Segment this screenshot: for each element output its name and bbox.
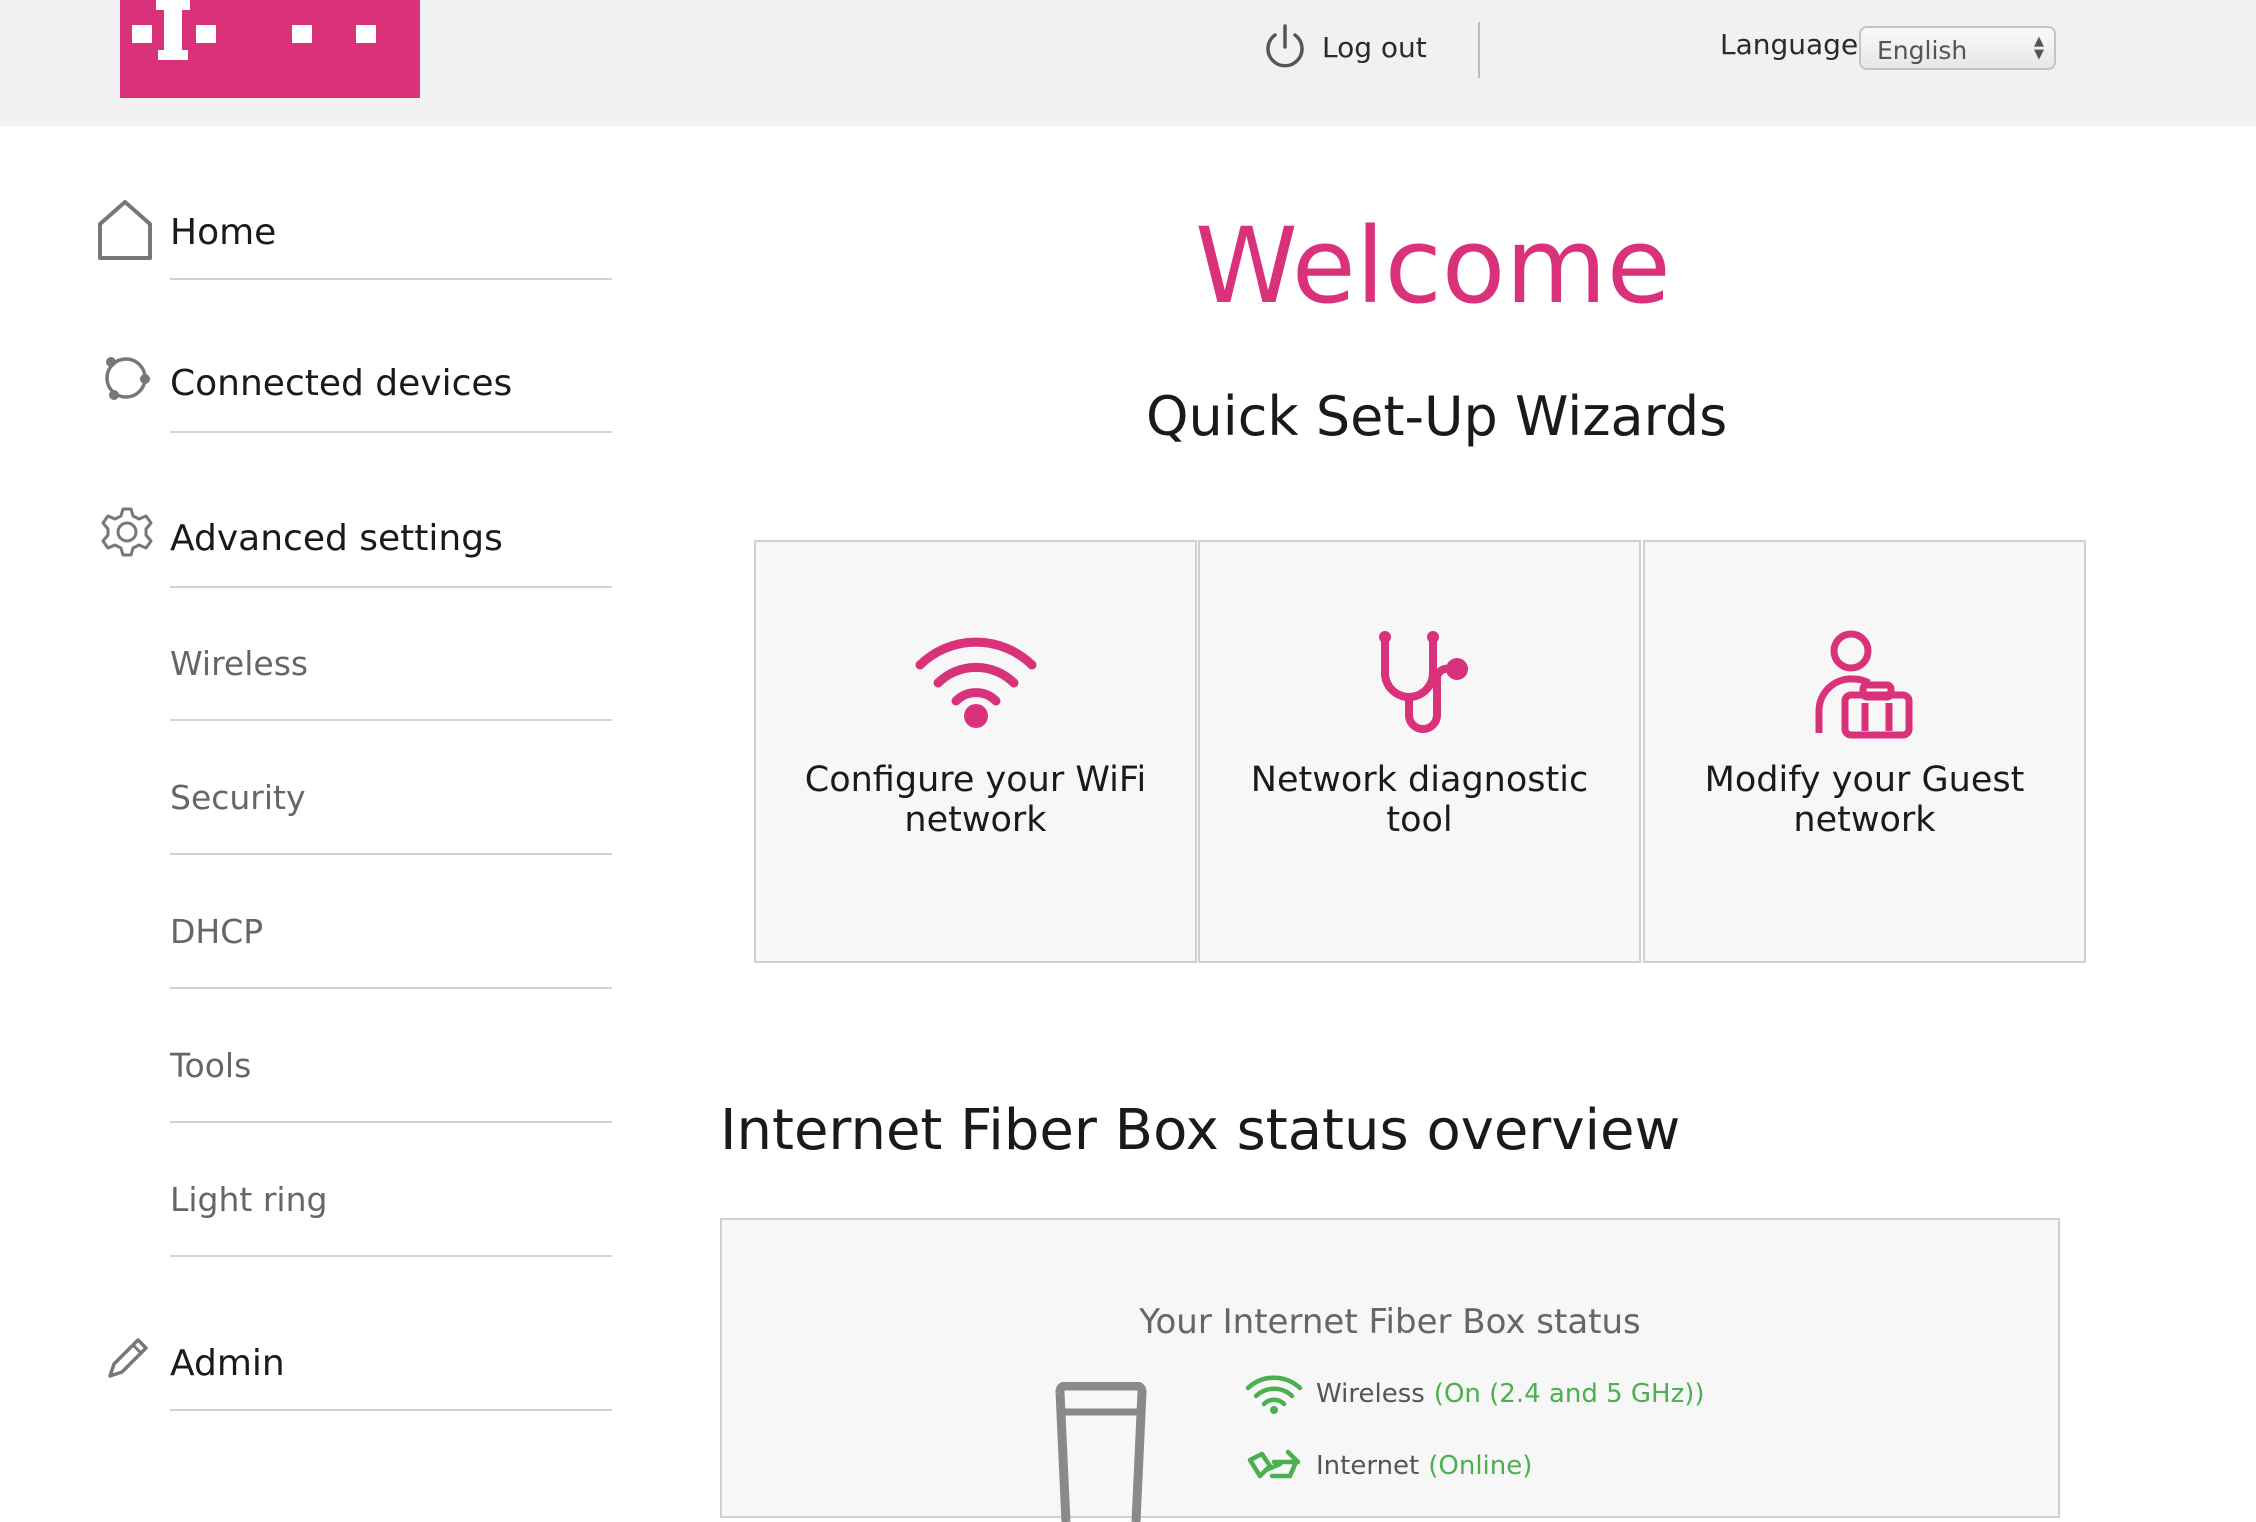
internet-link-icon xyxy=(1247,1449,1301,1479)
language-selected-value: English xyxy=(1877,36,1968,65)
status-heading: Your Internet Fiber Box status xyxy=(1139,1302,1641,1342)
pencil-icon xyxy=(104,1334,152,1386)
sidebar-item-label: Connected devices xyxy=(170,363,513,404)
wizards-title: Quick Set-Up Wizards xyxy=(1146,385,1728,448)
wizard-label: Network diagnostic tool xyxy=(1250,760,1589,840)
wizard-label: Configure your WiFi network xyxy=(804,760,1147,840)
status-line-internet: Internet (Online) xyxy=(1244,1446,1532,1486)
wizard-card-network-diagnostic[interactable]: Network diagnostic tool xyxy=(1198,540,1641,963)
sidebar-subitem-tools[interactable]: Tools xyxy=(170,1046,251,1085)
gear-icon xyxy=(100,505,154,563)
stethoscope-icon xyxy=(1378,631,1468,733)
status-value: (On (2.4 and 5 GHz)) xyxy=(1433,1379,1705,1409)
sidebar-divider xyxy=(170,987,612,989)
sidebar-item-admin[interactable]: Admin xyxy=(170,1335,612,1411)
guest-user-icon xyxy=(1814,630,1912,739)
telekom-logo[interactable] xyxy=(120,0,420,98)
fiber-box-device-icon xyxy=(1055,1382,1147,1522)
sidebar-item-advanced-settings[interactable]: Advanced settings xyxy=(170,510,612,588)
power-icon xyxy=(1266,24,1304,68)
status-overview-title: Internet Fiber Box status overview xyxy=(720,1098,1681,1163)
sidebar-divider xyxy=(170,719,612,721)
sidebar-divider xyxy=(170,853,612,855)
status-line-wireless: Wireless (On (2.4 and 5 GHz)) xyxy=(1244,1374,1705,1414)
status-value: (Online) xyxy=(1428,1451,1533,1481)
language-label: Language xyxy=(1720,28,1859,61)
logout-label: Log out xyxy=(1322,30,1427,64)
logout-button[interactable]: Log out xyxy=(1263,22,1427,72)
connected-devices-icon xyxy=(102,352,154,408)
header-divider xyxy=(1478,22,1480,78)
sidebar-subitem-dhcp[interactable]: DHCP xyxy=(170,912,263,951)
select-arrows-icon: ▲ ▼ xyxy=(2034,34,2044,62)
wizard-label: Modify your Guest network xyxy=(1704,760,2025,840)
sidebar-subitem-light-ring[interactable]: Light ring xyxy=(170,1180,327,1219)
welcome-title: Welcome xyxy=(1195,205,1671,327)
sidebar-divider xyxy=(170,1121,612,1123)
status-label: Internet xyxy=(1316,1451,1420,1481)
sidebar-item-label: Advanced settings xyxy=(170,518,503,559)
sidebar-item-label: Admin xyxy=(170,1343,285,1384)
wifi-icon xyxy=(915,637,1036,728)
status-box: Your Internet Fiber Box status Wireless … xyxy=(720,1218,2060,1522)
wizard-card-wifi[interactable]: Configure your WiFi network xyxy=(754,540,1197,963)
sidebar-item-label: Home xyxy=(170,212,277,253)
header: Log out Language English ▲ ▼ xyxy=(0,0,2256,126)
status-label: Wireless xyxy=(1316,1379,1425,1409)
sidebar-subitem-security[interactable]: Security xyxy=(170,778,306,817)
wifi-icon xyxy=(1245,1375,1303,1414)
sidebar-item-connected-devices[interactable]: Connected devices xyxy=(170,355,612,433)
sidebar-divider xyxy=(170,1255,612,1257)
home-icon xyxy=(94,198,156,266)
sidebar-subitem-wireless[interactable]: Wireless xyxy=(170,644,308,683)
sidebar-item-home[interactable]: Home xyxy=(170,200,612,280)
language-select[interactable]: English ▲ ▼ xyxy=(1859,26,2056,70)
wizard-card-guest-network[interactable]: Modify your Guest network xyxy=(1643,540,2086,963)
